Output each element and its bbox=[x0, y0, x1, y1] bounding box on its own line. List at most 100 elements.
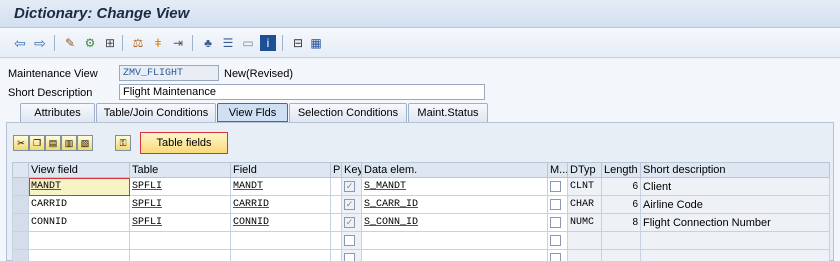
table-cell[interactable] bbox=[129, 249, 231, 261]
table-cell[interactable]: SPFLI bbox=[129, 213, 231, 232]
m-cell[interactable] bbox=[547, 177, 568, 196]
field-cell[interactable] bbox=[230, 249, 331, 261]
dtyp-cell: CLNT bbox=[567, 177, 602, 196]
m-cell[interactable] bbox=[547, 213, 568, 232]
view-field-cell[interactable]: MANDT bbox=[28, 177, 130, 196]
tab-attributes[interactable]: Attributes bbox=[20, 103, 95, 122]
row-selector[interactable] bbox=[12, 231, 29, 250]
key-cell: ✓ bbox=[341, 195, 362, 214]
copy-icon[interactable]: ❐ bbox=[29, 135, 45, 151]
p-cell[interactable] bbox=[330, 249, 342, 261]
row-selector[interactable] bbox=[12, 249, 29, 261]
key-checkbox[interactable] bbox=[344, 234, 355, 246]
toolbar-separator bbox=[122, 35, 123, 51]
table-cell[interactable]: SPFLI bbox=[129, 177, 231, 196]
view-field-cell[interactable]: CONNID bbox=[28, 213, 130, 232]
navigation-icon[interactable]: ▭ bbox=[240, 35, 256, 51]
where-used-icon[interactable]: ⇥ bbox=[170, 35, 186, 51]
view-fields-panel: ✂ ❐ ▤ ▥ ▧ ⚿ Table fields View field Tabl… bbox=[6, 122, 834, 261]
column-header-m[interactable]: M... bbox=[547, 162, 568, 178]
key-cell: ✓ bbox=[341, 213, 362, 232]
table-row[interactable]: MANDT SPFLI MANDT ✓ S_MANDT CLNT 6 Clien… bbox=[12, 177, 830, 196]
application-toolbar: ⇦ ⇨ ✎ ⚙ ⊞ ⚖ ǂ ⇥ ♣ ☰ ▭ i ⊟ ▦ bbox=[0, 28, 840, 58]
field-cell[interactable]: CONNID bbox=[230, 213, 331, 232]
data-element-cell[interactable] bbox=[361, 249, 548, 261]
check-icon[interactable]: ⚖ bbox=[130, 35, 146, 51]
cut-icon[interactable]: ✂ bbox=[13, 135, 29, 151]
column-header-key[interactable]: Key bbox=[341, 162, 362, 178]
key-checkbox: ✓ bbox=[344, 180, 355, 192]
m-checkbox[interactable] bbox=[550, 180, 561, 192]
activate-icon[interactable]: ⊞ bbox=[102, 35, 118, 51]
p-cell[interactable] bbox=[330, 195, 342, 214]
p-cell[interactable] bbox=[330, 213, 342, 232]
m-cell[interactable] bbox=[547, 195, 568, 214]
tab-maint-status[interactable]: Maint.Status bbox=[408, 103, 488, 122]
m-checkbox[interactable] bbox=[550, 198, 561, 210]
short-description-input[interactable]: Flight Maintenance bbox=[119, 84, 485, 100]
table-cell[interactable] bbox=[129, 231, 231, 250]
hierarchy-icon[interactable]: ⊟ bbox=[290, 35, 306, 51]
window-title: Dictionary: Change View bbox=[14, 5, 190, 22]
m-cell[interactable] bbox=[547, 231, 568, 250]
column-header-view-field[interactable]: View field bbox=[28, 162, 130, 178]
short-description-cell: Airline Code bbox=[640, 195, 830, 214]
data-element-cell[interactable]: S_CARR_ID bbox=[361, 195, 548, 214]
view-field-cell[interactable]: CARRID bbox=[28, 195, 130, 214]
key-cell[interactable] bbox=[341, 249, 362, 261]
column-header-data-element[interactable]: Data elem. bbox=[361, 162, 548, 178]
tab-view-fields[interactable]: View Flds bbox=[217, 103, 288, 122]
information-icon[interactable]: i bbox=[260, 35, 276, 51]
row-selector-header[interactable] bbox=[12, 162, 29, 178]
other-object-icon[interactable]: ⚙ bbox=[82, 35, 98, 51]
row-selector[interactable] bbox=[12, 213, 29, 232]
delete-row-icon[interactable]: ▧ bbox=[77, 135, 93, 151]
table-row[interactable] bbox=[12, 231, 830, 250]
paste-icon[interactable]: ▤ bbox=[45, 135, 61, 151]
key-checkbox: ✓ bbox=[344, 198, 355, 210]
length-cell: 6 bbox=[601, 195, 641, 214]
m-checkbox[interactable] bbox=[550, 216, 561, 228]
tab-table-join-conditions[interactable]: Table/Join Conditions bbox=[96, 103, 216, 122]
column-header-p[interactable]: P bbox=[330, 162, 342, 178]
key-checkbox[interactable] bbox=[344, 252, 355, 261]
table-row[interactable]: CONNID SPFLI CONNID ✓ S_CONN_ID NUMC 8 F… bbox=[12, 213, 830, 232]
insert-row-icon[interactable]: ▥ bbox=[61, 135, 77, 151]
data-element-cell[interactable]: S_MANDT bbox=[361, 177, 548, 196]
p-cell[interactable] bbox=[330, 231, 342, 250]
display-object-list-icon[interactable]: ☰ bbox=[220, 35, 236, 51]
view-field-cell[interactable] bbox=[28, 231, 130, 250]
field-cell[interactable]: MANDT bbox=[230, 177, 331, 196]
table-fields-button[interactable]: Table fields bbox=[140, 132, 228, 154]
technical-settings-icon[interactable]: ▦ bbox=[308, 35, 324, 51]
table-row[interactable] bbox=[12, 249, 830, 261]
column-header-table[interactable]: Table bbox=[129, 162, 231, 178]
display-change-icon[interactable]: ✎ bbox=[62, 35, 78, 51]
p-cell[interactable] bbox=[330, 177, 342, 196]
tab-selection-conditions[interactable]: Selection Conditions bbox=[289, 103, 407, 122]
table-cell[interactable]: SPFLI bbox=[129, 195, 231, 214]
column-header-field[interactable]: Field bbox=[230, 162, 331, 178]
m-checkbox[interactable] bbox=[550, 252, 561, 261]
search-help-icon[interactable]: ⚿ bbox=[115, 135, 131, 151]
length-cell bbox=[601, 231, 641, 250]
data-element-cell[interactable] bbox=[361, 231, 548, 250]
field-cell[interactable]: CARRID bbox=[230, 195, 331, 214]
data-element-cell[interactable]: S_CONN_ID bbox=[361, 213, 548, 232]
row-selector[interactable] bbox=[12, 177, 29, 196]
m-cell[interactable] bbox=[547, 249, 568, 261]
forward-arrow-icon[interactable]: ⇨ bbox=[32, 35, 48, 51]
toolbar-separator bbox=[54, 35, 55, 51]
field-cell[interactable] bbox=[230, 231, 331, 250]
key-cell[interactable] bbox=[341, 231, 362, 250]
row-selector[interactable] bbox=[12, 195, 29, 214]
column-header-short-description[interactable]: Short description bbox=[640, 162, 830, 178]
view-field-cell[interactable] bbox=[28, 249, 130, 261]
object-list-icon[interactable]: ♣ bbox=[200, 35, 216, 51]
activate-object-icon[interactable]: ǂ bbox=[150, 35, 166, 51]
column-header-length[interactable]: Length bbox=[601, 162, 641, 178]
column-header-dtyp[interactable]: DTyp bbox=[567, 162, 602, 178]
table-row[interactable]: CARRID SPFLI CARRID ✓ S_CARR_ID CHAR 6 A… bbox=[12, 195, 830, 214]
m-checkbox[interactable] bbox=[550, 234, 561, 246]
back-arrow-icon[interactable]: ⇦ bbox=[12, 35, 28, 51]
